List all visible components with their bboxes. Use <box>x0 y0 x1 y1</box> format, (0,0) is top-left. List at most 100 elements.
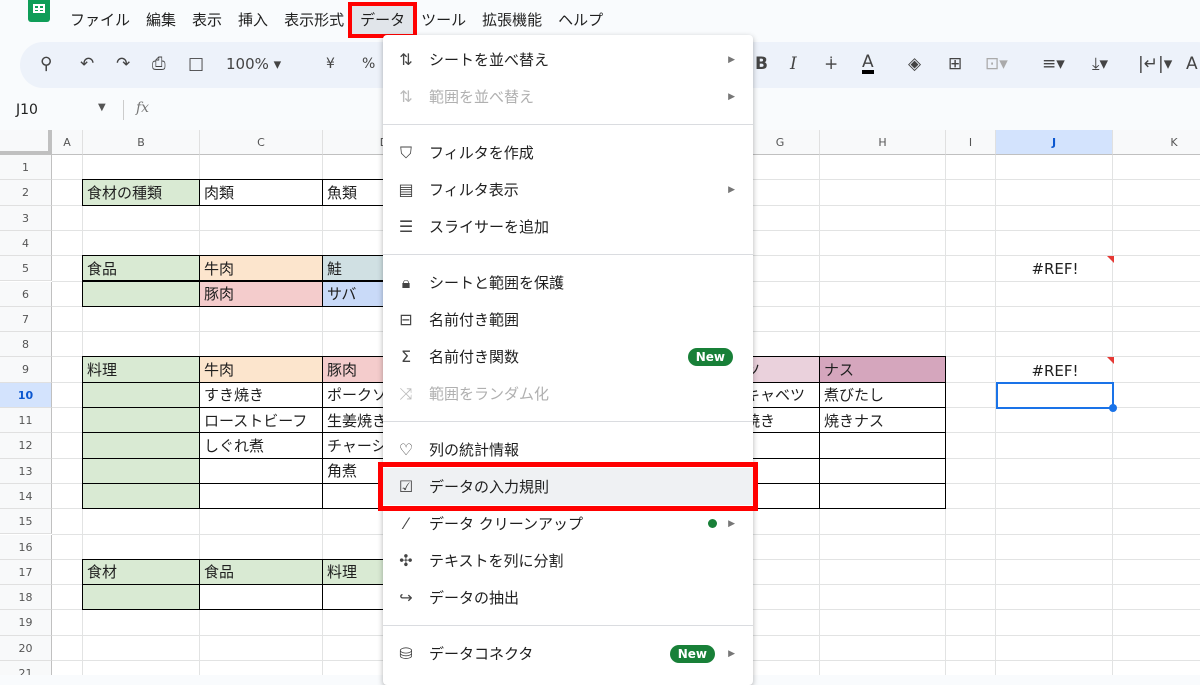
currency-button[interactable]: ¥ <box>326 56 335 72</box>
cell-B13[interactable] <box>82 457 200 484</box>
cell-C2[interactable]: 肉類 <box>199 179 323 206</box>
cell-H12[interactable] <box>819 432 946 459</box>
name-box[interactable]: J10 <box>16 102 38 118</box>
cell-C12[interactable]: しぐれ煮 <box>199 432 323 459</box>
cell-B12[interactable] <box>82 432 200 459</box>
bold-button[interactable]: B <box>755 54 768 74</box>
row-header-6[interactable]: 6 <box>0 281 52 307</box>
cell-B14[interactable] <box>82 482 200 510</box>
row-header-3[interactable]: 3 <box>0 205 52 231</box>
menu-item-sort[interactable]: ⇅ シートを並べ替え ▶ <box>383 41 753 78</box>
column-header-H[interactable]: H <box>820 130 946 155</box>
row-header-14[interactable]: 14 <box>0 483 52 510</box>
row-header-20[interactable]: 20 <box>0 635 52 661</box>
row-header-16[interactable]: 16 <box>0 534 52 560</box>
cell-B10[interactable] <box>82 381 200 408</box>
cell-J5[interactable]: #REF! <box>996 256 1114 282</box>
select-all-corner[interactable] <box>0 130 52 155</box>
text-color-icon[interactable]: A <box>862 54 874 74</box>
menu-item-filter[interactable]: ⛉ フィルタを作成 <box>383 134 753 171</box>
column-header-K[interactable]: K <box>1113 130 1200 155</box>
search-icon[interactable]: ⚲ <box>40 54 52 74</box>
menu-2[interactable]: 表示 <box>184 6 230 34</box>
menu-1[interactable]: 編集 <box>138 6 184 34</box>
column-header-A[interactable]: A <box>52 130 83 155</box>
cell-B18[interactable] <box>82 584 200 611</box>
cell-H10[interactable]: 煮びたし <box>819 381 946 408</box>
percent-button[interactable]: % <box>362 56 375 72</box>
menu-item-lock[interactable]: 🔒︎ シートと範囲を保護 <box>383 264 753 301</box>
selected-cell[interactable] <box>996 381 1114 409</box>
cell-C10[interactable]: すき焼き <box>199 381 323 408</box>
cell-B17[interactable]: 食材 <box>82 558 200 586</box>
cell-H14[interactable] <box>819 482 946 510</box>
borders-icon[interactable]: ⊞ <box>948 54 962 74</box>
row-header-9[interactable]: 9 <box>0 357 52 383</box>
name-box-dropdown-icon[interactable]: ▼ <box>98 102 106 113</box>
row-header-5[interactable]: 5 <box>0 256 52 282</box>
menu-8[interactable]: ヘルプ <box>550 6 611 34</box>
menu-item-named-range[interactable]: ⊟ 名前付き範囲 <box>383 301 753 338</box>
cell-C18[interactable] <box>199 584 323 611</box>
menu-4[interactable]: 表示形式 <box>276 6 352 34</box>
menu-6[interactable]: ツール <box>413 6 474 34</box>
cell-C6[interactable]: 豚肉 <box>199 280 323 307</box>
menu-5[interactable]: データ <box>348 2 418 38</box>
strikethrough-icon[interactable]: ∔ <box>824 54 838 74</box>
row-header-4[interactable]: 4 <box>0 230 52 257</box>
menu-7[interactable]: 拡張機能 <box>474 6 550 34</box>
cell-B2[interactable]: 食材の種類 <box>82 179 200 206</box>
row-header-17[interactable]: 17 <box>0 559 52 586</box>
row-header-7[interactable]: 7 <box>0 306 52 333</box>
wrap-icon[interactable]: |↵|▾ <box>1138 54 1172 74</box>
fill-handle[interactable] <box>1109 404 1117 412</box>
merge-icon[interactable]: ⊡▾ <box>985 54 1008 74</box>
align-icon[interactable]: ≡▾ <box>1042 54 1065 74</box>
cell-C11[interactable]: ローストビーフ <box>199 407 323 434</box>
menu-item-filter-view[interactable]: ▤ フィルタ表示 ▶ <box>383 171 753 208</box>
cell-C9[interactable]: 牛肉 <box>199 356 323 383</box>
row-header-11[interactable]: 11 <box>0 408 52 434</box>
menu-item-split[interactable]: ✣ テキストを列に分割 <box>383 542 753 579</box>
cell-B6[interactable] <box>82 280 200 307</box>
row-header-21[interactable]: 21 <box>0 661 52 675</box>
column-header-J[interactable]: J <box>996 130 1113 155</box>
cell-B11[interactable] <box>82 407 200 434</box>
valign-icon[interactable]: ⤓▾ <box>1092 54 1108 74</box>
column-header-C[interactable]: C <box>200 130 323 155</box>
row-header-8[interactable]: 8 <box>0 332 52 358</box>
zoom-select[interactable]: 100% ▾ <box>226 55 281 73</box>
menu-3[interactable]: 挿入 <box>230 6 276 34</box>
menu-item-database[interactable]: ⛁ データコネクタ New ▶ <box>383 635 753 672</box>
fill-color-icon[interactable]: ◈ <box>908 54 921 74</box>
row-header-18[interactable]: 18 <box>0 585 52 611</box>
cell-C14[interactable] <box>199 482 323 510</box>
row-header-1[interactable]: 1 <box>0 155 52 181</box>
cell-H11[interactable]: 焼きナス <box>819 407 946 434</box>
undo-icon[interactable]: ↶ <box>80 54 94 74</box>
cell-C13[interactable] <box>199 457 323 484</box>
menu-0[interactable]: ファイル <box>62 6 138 34</box>
row-header-15[interactable]: 15 <box>0 509 52 535</box>
cell-B5[interactable]: 食品 <box>82 255 200 282</box>
cell-H9[interactable]: ナス <box>819 356 946 383</box>
menu-item-slicer[interactable]: ☰ スライサーを追加 <box>383 208 753 245</box>
print-icon[interactable]: ⎙ <box>152 54 166 74</box>
italic-button[interactable]: I <box>790 54 797 74</box>
column-header-I[interactable]: I <box>946 130 996 155</box>
cell-B9[interactable]: 料理 <box>82 356 200 383</box>
row-header-12[interactable]: 12 <box>0 433 52 459</box>
menu-item-extract[interactable]: ↪ データの抽出 <box>383 579 753 616</box>
menu-item-sigma[interactable]: Σ 名前付き関数 New <box>383 338 753 375</box>
sheets-logo[interactable] <box>28 0 50 22</box>
paint-format-icon[interactable]: □ <box>188 54 204 74</box>
row-header-2[interactable]: 2 <box>0 180 52 206</box>
row-header-19[interactable]: 19 <box>0 610 52 636</box>
redo-icon[interactable]: ↷ <box>116 54 130 74</box>
cell-J9[interactable]: #REF! <box>996 357 1114 383</box>
cell-H13[interactable] <box>819 457 946 484</box>
cell-C17[interactable]: 食品 <box>199 558 323 586</box>
row-header-13[interactable]: 13 <box>0 458 52 484</box>
column-header-B[interactable]: B <box>83 130 200 155</box>
row-header-10[interactable]: 10 <box>0 382 52 408</box>
